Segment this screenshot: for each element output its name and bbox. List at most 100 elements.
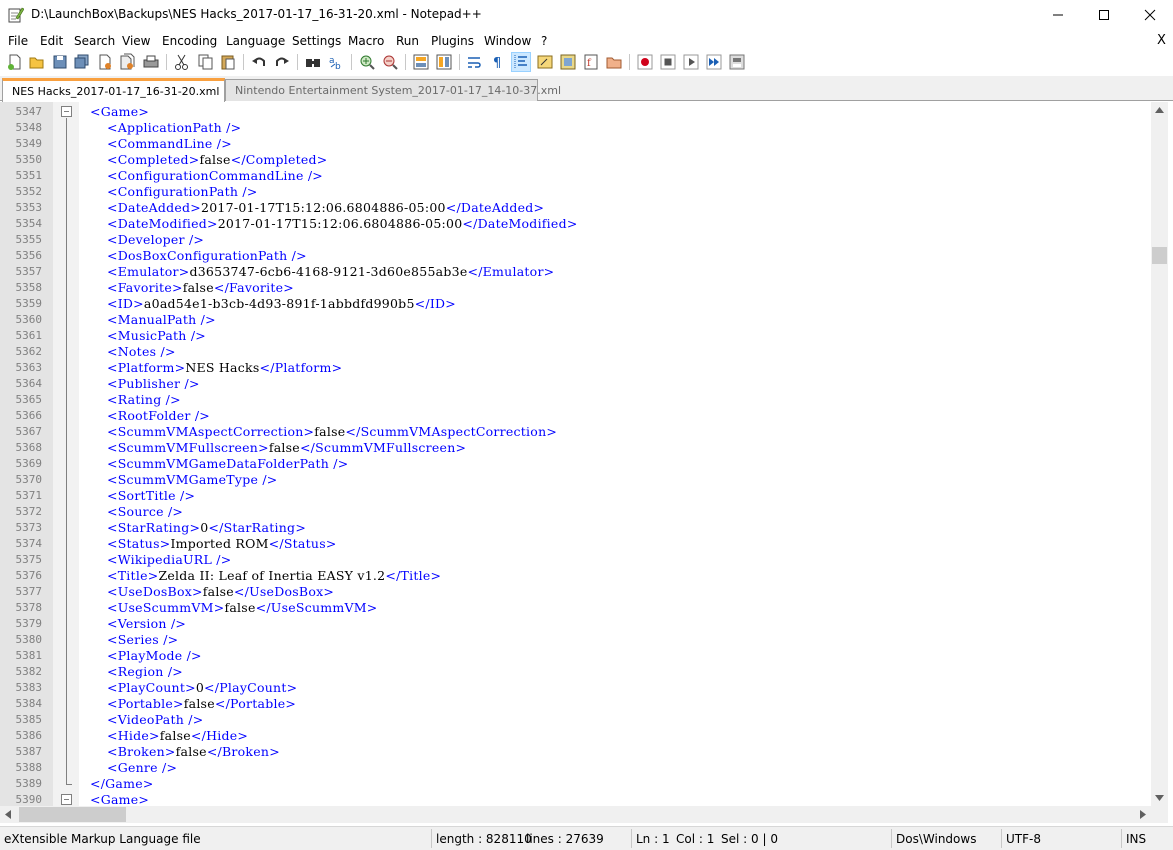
maximize-button[interactable] bbox=[1081, 0, 1127, 30]
show-all-characters-icon[interactable]: ¶ bbox=[489, 53, 507, 71]
user-defined-language-icon[interactable] bbox=[536, 53, 554, 71]
code-line[interactable]: 5359 <ID>a0ad54e1-b3cb-4d93-891f-1abbdfd9… bbox=[0, 296, 1151, 312]
code-line[interactable]: 5349 <CommandLine /> bbox=[0, 136, 1151, 152]
run-macro-multiple-icon[interactable] bbox=[705, 53, 723, 71]
code-line[interactable]: 5367 <ScummVMAspectCorrection>false</Scum… bbox=[0, 424, 1151, 440]
copy-icon[interactable] bbox=[196, 53, 214, 71]
tab-nintendo-entertainment-system[interactable]: Nintendo Entertainment System_2017-01-17… bbox=[225, 79, 561, 101]
fold-toggle-icon[interactable] bbox=[61, 106, 72, 117]
scroll-up-icon[interactable] bbox=[1155, 107, 1164, 113]
code-line[interactable]: 5362 <Notes /> bbox=[0, 344, 1151, 360]
menu-encoding[interactable]: Encoding bbox=[162, 34, 217, 48]
menu-view[interactable]: View bbox=[122, 34, 150, 48]
code-line[interactable]: 5369 <ScummVMGameDataFolderPath /> bbox=[0, 456, 1151, 472]
code-line[interactable]: 5381 <PlayMode /> bbox=[0, 648, 1151, 664]
menu-settings[interactable]: Settings bbox=[292, 34, 341, 48]
horizontal-scrollbar[interactable] bbox=[0, 806, 1151, 823]
code-line[interactable]: 5378 <UseScummVM>false</UseScummVM> bbox=[0, 600, 1151, 616]
open-file-icon[interactable] bbox=[28, 53, 46, 71]
code-line[interactable]: 5372 <Source /> bbox=[0, 504, 1151, 520]
word-wrap-icon[interactable] bbox=[466, 53, 484, 71]
code-line[interactable]: 5371 <SortTitle /> bbox=[0, 488, 1151, 504]
undo-icon[interactable] bbox=[250, 53, 268, 71]
code-line[interactable]: 5354 <DateModified>2017-01-17T15:12:06.68… bbox=[0, 216, 1151, 232]
code-line[interactable]: 5389 </Game> bbox=[0, 776, 1151, 792]
code-line[interactable]: 5388 <Genre /> bbox=[0, 760, 1151, 776]
replace-icon[interactable]: ab bbox=[327, 53, 345, 71]
code-line[interactable]: 5384 <Portable>false</Portable> bbox=[0, 696, 1151, 712]
menu-language[interactable]: Language bbox=[226, 34, 285, 48]
code-line[interactable]: 5370 <ScummVMGameType /> bbox=[0, 472, 1151, 488]
code-line[interactable]: 5377 <UseDosBox>false</UseDosBox> bbox=[0, 584, 1151, 600]
code-line[interactable]: 5383 <PlayCount>0</PlayCount> bbox=[0, 680, 1151, 696]
minimize-button[interactable] bbox=[1035, 0, 1081, 30]
code-line[interactable]: 5353 <DateAdded>2017-01-17T15:12:06.68048… bbox=[0, 200, 1151, 216]
code-line[interactable]: 5387 <Broken>false</Broken> bbox=[0, 744, 1151, 760]
code-line[interactable]: 5365 <Rating /> bbox=[0, 392, 1151, 408]
zoom-out-icon[interactable] bbox=[381, 53, 399, 71]
cut-icon[interactable] bbox=[173, 53, 191, 71]
menu-plugins[interactable]: Plugins bbox=[431, 34, 474, 48]
close-window-button[interactable] bbox=[1127, 0, 1173, 30]
document-map-icon[interactable] bbox=[559, 53, 577, 71]
code-line[interactable]: 5360 <ManualPath /> bbox=[0, 312, 1151, 328]
playback-macro-icon[interactable] bbox=[682, 53, 700, 71]
code-line[interactable]: 5385 <VideoPath /> bbox=[0, 712, 1151, 728]
menu-window[interactable]: Window bbox=[484, 34, 531, 48]
stop-recording-icon[interactable] bbox=[659, 53, 677, 71]
text-editor[interactable]: 5347 <Game> 5348 <ApplicationPath /> 5349 <Co… bbox=[0, 102, 1151, 806]
function-list-icon[interactable]: f bbox=[582, 53, 600, 71]
menu-edit[interactable]: Edit bbox=[40, 34, 63, 48]
sync-vertical-icon[interactable] bbox=[412, 53, 430, 71]
code-line[interactable]: 5348 <ApplicationPath /> bbox=[0, 120, 1151, 136]
save-macro-icon[interactable] bbox=[728, 53, 746, 71]
scroll-right-icon[interactable] bbox=[1140, 810, 1146, 819]
save-icon[interactable] bbox=[51, 53, 69, 71]
record-macro-icon[interactable] bbox=[636, 53, 654, 71]
save-all-icon[interactable] bbox=[73, 53, 91, 71]
code-line[interactable]: 5352 <ConfigurationPath /> bbox=[0, 184, 1151, 200]
menu-run[interactable]: Run bbox=[396, 34, 419, 48]
status-insert-mode[interactable]: INS bbox=[1126, 832, 1146, 846]
code-line[interactable]: 5363 <Platform>NES Hacks</Platform> bbox=[0, 360, 1151, 376]
code-line[interactable]: 5379 <Version /> bbox=[0, 616, 1151, 632]
code-line[interactable]: 5364 <Publisher /> bbox=[0, 376, 1151, 392]
find-icon[interactable] bbox=[304, 53, 322, 71]
close-file-icon[interactable] bbox=[96, 53, 114, 71]
code-line[interactable]: 5357 <Emulator>d3653747-6cb6-4168-9121-3d… bbox=[0, 264, 1151, 280]
code-line[interactable]: 5386 <Hide>false</Hide> bbox=[0, 728, 1151, 744]
scroll-left-icon[interactable] bbox=[5, 810, 11, 819]
code-line[interactable]: 5376 <Title>Zelda II: Leaf of Inertia EAS… bbox=[0, 568, 1151, 584]
code-line[interactable]: 5347 <Game> bbox=[0, 104, 1151, 120]
code-line[interactable]: 5350 <Completed>false</Completed> bbox=[0, 152, 1151, 168]
indent-guide-icon[interactable] bbox=[511, 52, 531, 72]
scroll-down-icon[interactable] bbox=[1155, 795, 1164, 801]
vertical-scrollbar[interactable] bbox=[1151, 102, 1168, 806]
menu-macro[interactable]: Macro bbox=[348, 34, 384, 48]
folder-as-workspace-icon[interactable] bbox=[605, 53, 623, 71]
redo-icon[interactable] bbox=[273, 53, 291, 71]
menu-help[interactable]: ? bbox=[541, 34, 547, 48]
paste-icon[interactable] bbox=[219, 53, 237, 71]
close-document-button[interactable]: X bbox=[1157, 33, 1166, 48]
new-file-icon[interactable] bbox=[6, 53, 24, 71]
code-line[interactable]: 5374 <Status>Imported ROM</Status> bbox=[0, 536, 1151, 552]
print-icon[interactable] bbox=[142, 53, 160, 71]
horizontal-scroll-thumb[interactable] bbox=[19, 807, 126, 822]
code-line[interactable]: 5375 <WikipediaURL /> bbox=[0, 552, 1151, 568]
tab-nes-hacks[interactable]: NES Hacks_2017-01-17_16-31-20.xml bbox=[2, 78, 225, 102]
vertical-scroll-thumb[interactable] bbox=[1152, 247, 1167, 264]
menu-file[interactable]: File bbox=[8, 34, 28, 48]
code-line[interactable]: 5390 <Game> bbox=[0, 792, 1151, 806]
code-line[interactable]: 5380 <Series /> bbox=[0, 632, 1151, 648]
fold-toggle-icon[interactable] bbox=[61, 794, 72, 805]
menu-search[interactable]: Search bbox=[74, 34, 115, 48]
code-line[interactable]: 5356 <DosBoxConfigurationPath /> bbox=[0, 248, 1151, 264]
close-all-icon[interactable] bbox=[118, 53, 136, 71]
code-line[interactable]: 5366 <RootFolder /> bbox=[0, 408, 1151, 424]
code-line[interactable]: 5382 <Region /> bbox=[0, 664, 1151, 680]
sync-horizontal-icon[interactable] bbox=[435, 53, 453, 71]
code-line[interactable]: 5355 <Developer /> bbox=[0, 232, 1151, 248]
zoom-in-icon[interactable] bbox=[358, 53, 376, 71]
status-encoding[interactable]: UTF-8 bbox=[1006, 832, 1041, 846]
